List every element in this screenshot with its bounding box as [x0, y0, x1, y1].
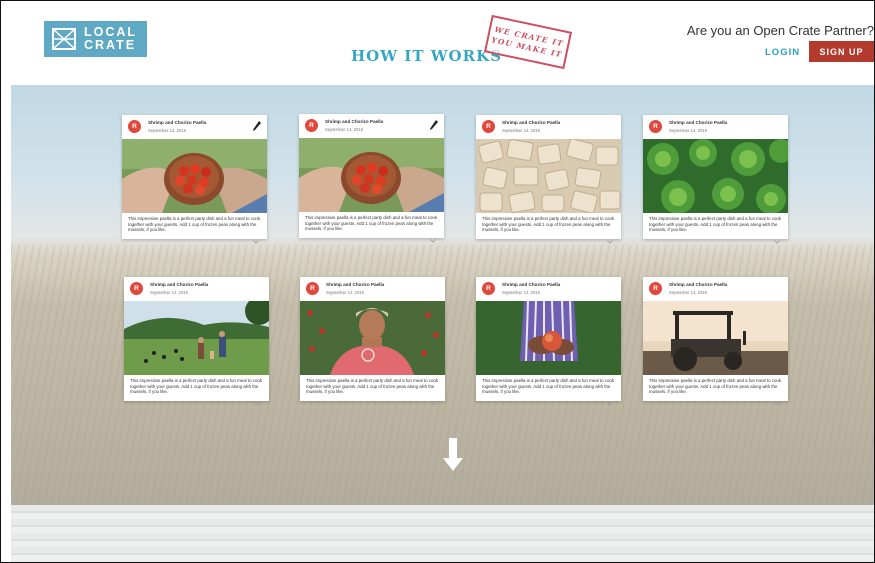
- card-header: R Shrimp and Chorizo Paella September 14, …: [476, 115, 621, 139]
- author-avatar: R: [306, 282, 319, 295]
- page-title: HOW IT WORKS: [351, 47, 502, 65]
- card-date: September 14, 2016: [502, 128, 540, 133]
- card-description: This impressive paella is a perfect part…: [482, 216, 615, 233]
- card-date: September 14, 2016: [325, 127, 363, 132]
- recipe-card[interactable]: R Shrimp and Chorizo Paella September 14, …: [124, 277, 269, 406]
- card-image: [643, 139, 788, 213]
- card-date: September 14, 2016: [669, 290, 707, 295]
- card-date: September 14, 2016: [669, 128, 707, 133]
- card-title: Shrimp and Chorizo Paella: [326, 282, 385, 287]
- card-title: Shrimp and Chorizo Paella: [502, 120, 561, 125]
- chevron-down-icon[interactable]: [774, 393, 780, 406]
- card-title: Shrimp and Chorizo Paella: [502, 282, 561, 287]
- card-date: September 14, 2016: [148, 128, 186, 133]
- card-image: [300, 301, 445, 375]
- card-description: This impressive paella is a perfect part…: [306, 378, 439, 395]
- logo-line2: CRATE: [84, 38, 137, 52]
- card-description: This impressive paella is a perfect part…: [130, 378, 263, 395]
- card-description: This impressive paella is a perfect part…: [482, 378, 615, 395]
- down-arrow-icon[interactable]: [443, 438, 463, 472]
- card-title: Shrimp and Chorizo Paella: [150, 282, 209, 287]
- recipe-card[interactable]: R Shrimp and Chorizo Paella September 14, …: [476, 277, 621, 406]
- wood-floor: [11, 505, 874, 562]
- recipe-card[interactable]: R Shrimp and Chorizo Paella September 14, …: [122, 115, 267, 244]
- card-description: This impressive paella is a perfect part…: [649, 378, 782, 395]
- chevron-down-icon[interactable]: [607, 393, 613, 406]
- card-image: [476, 301, 621, 375]
- card-description: This impressive paella is a perfect part…: [305, 215, 438, 232]
- chevron-down-icon[interactable]: [607, 231, 613, 244]
- card-image: [122, 139, 267, 213]
- sign-up-button[interactable]: SIGN UP: [809, 41, 874, 62]
- card-date: September 14, 2016: [150, 290, 188, 295]
- recipe-card[interactable]: R Shrimp and Chorizo Paella September 14, …: [643, 115, 788, 244]
- card-header: R Shrimp and Chorizo Paella September 14, …: [643, 115, 788, 139]
- author-avatar: R: [649, 282, 662, 295]
- crate-logo-icon: [52, 28, 76, 50]
- recipe-card[interactable]: R Shrimp and Chorizo Paella September 14, …: [643, 277, 788, 406]
- page-frame: LOCAL CRATE HOW IT WORKS WE CRATE IT YOU…: [0, 0, 875, 563]
- chevron-down-icon[interactable]: [431, 393, 437, 406]
- logo[interactable]: LOCAL CRATE: [44, 21, 147, 57]
- card-image: [643, 301, 788, 375]
- card-header: R Shrimp and Chorizo Paella September 14, …: [476, 277, 621, 301]
- chevron-down-icon[interactable]: [253, 231, 259, 244]
- pencil-icon[interactable]: [429, 118, 439, 130]
- recipe-card[interactable]: R Shrimp and Chorizo Paella September 14, …: [476, 115, 621, 244]
- recipe-card[interactable]: R Shrimp and Chorizo Paella September 14, …: [300, 277, 445, 406]
- chevron-down-icon[interactable]: [255, 393, 261, 406]
- chevron-down-icon[interactable]: [774, 231, 780, 244]
- card-title: Shrimp and Chorizo Paella: [669, 282, 728, 287]
- recipe-card[interactable]: R Shrimp and Chorizo Paella September 14, …: [299, 114, 444, 243]
- card-title: Shrimp and Chorizo Paella: [325, 119, 384, 124]
- card-header: R Shrimp and Chorizo Paella September 14, …: [299, 114, 444, 138]
- site-header: LOCAL CRATE HOW IT WORKS WE CRATE IT YOU…: [11, 9, 874, 85]
- card-header: R Shrimp and Chorizo Paella September 14, …: [122, 115, 267, 139]
- chevron-down-icon[interactable]: [430, 230, 436, 243]
- author-avatar: R: [482, 120, 495, 133]
- card-image: [476, 139, 621, 213]
- author-avatar: R: [482, 282, 495, 295]
- card-header: R Shrimp and Chorizo Paella September 14, …: [300, 277, 445, 301]
- card-image: [124, 301, 269, 375]
- author-avatar: R: [649, 120, 662, 133]
- card-title: Shrimp and Chorizo Paella: [669, 120, 728, 125]
- author-avatar: R: [128, 120, 141, 133]
- logo-text: LOCAL CRATE: [84, 26, 137, 52]
- card-description: This impressive paella is a perfect part…: [128, 216, 261, 233]
- card-date: September 14, 2016: [502, 290, 540, 295]
- author-avatar: R: [130, 282, 143, 295]
- card-image: [299, 138, 444, 212]
- card-header: R Shrimp and Chorizo Paella September 14, …: [643, 277, 788, 301]
- card-title: Shrimp and Chorizo Paella: [148, 120, 207, 125]
- card-header: R Shrimp and Chorizo Paella September 14, …: [124, 277, 269, 301]
- card-description: This impressive paella is a perfect part…: [649, 216, 782, 233]
- author-avatar: R: [305, 119, 318, 132]
- card-date: September 14, 2016: [326, 290, 364, 295]
- login-link[interactable]: LOGIN: [765, 47, 800, 58]
- partner-question: Are you an Open Crate Partner?: [686, 23, 874, 38]
- pencil-icon[interactable]: [252, 119, 262, 131]
